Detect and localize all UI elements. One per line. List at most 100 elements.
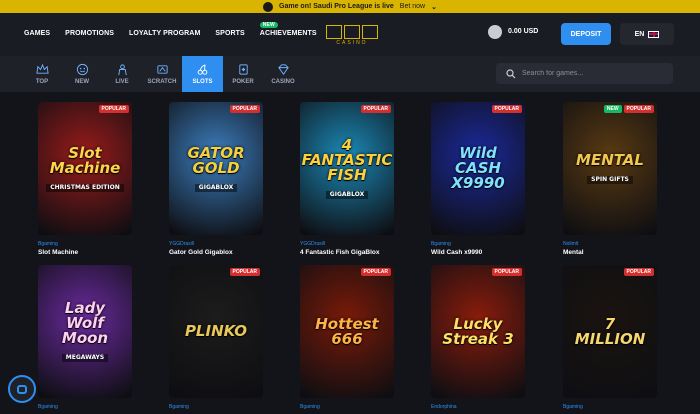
popular-badge: POPULAR [623, 268, 654, 276]
bet-now-link[interactable]: Bet now [400, 3, 425, 10]
game-provider[interactable]: Endorphina [431, 404, 525, 410]
game-card[interactable]: NEW POPULAR MENTAL SPIN GIFTS Nolimit Mental [563, 102, 657, 256]
game-art-subtitle: CHRISTMAS EDITION [46, 183, 124, 192]
tab-new[interactable]: NEW [62, 56, 102, 92]
tab-slots[interactable]: SLOTS [182, 56, 223, 92]
popular-badge: POPULAR [229, 105, 260, 113]
game-provider[interactable]: Bgaming [169, 404, 263, 410]
casino-logo[interactable]: CASINO [322, 25, 382, 49]
game-provider[interactable]: Bgaming [431, 241, 525, 247]
popular-badge: POPULAR [491, 105, 522, 113]
game-art-subtitle: SPIN GIFTS [587, 176, 633, 184]
poker-chip-icon [238, 64, 248, 75]
game-provider[interactable]: Nolimit [563, 241, 657, 247]
game-thumbnail[interactable]: NEW POPULAR MENTAL SPIN GIFTS [563, 102, 657, 235]
tab-scratch[interactable]: SCRATCH [142, 56, 182, 92]
popular-badge: POPULAR [229, 268, 260, 276]
game-provider[interactable]: Bgaming [38, 404, 132, 410]
game-thumbnail[interactable]: POPULAR Lucky Streak 3 [431, 265, 525, 398]
popular-badge: POPULAR [360, 105, 391, 113]
avatar[interactable] [488, 25, 502, 39]
game-art-logo: Lady Wolf Moon MEGAWAYS [38, 301, 132, 362]
chat-button[interactable] [8, 375, 36, 403]
popular-badge: POPULAR [360, 268, 391, 276]
game-card[interactable]: POPULAR Lucky Streak 3 Endorphina [431, 265, 525, 410]
tab-top[interactable]: TOP [22, 56, 62, 92]
game-title[interactable]: Slot Machine [38, 249, 132, 256]
language-code: EN [634, 30, 645, 38]
search-icon [506, 68, 516, 78]
game-badges: POPULAR [229, 105, 260, 113]
dealer-icon [117, 64, 127, 76]
game-art-title: 7 MILLION [574, 314, 646, 348]
game-art-title: 4 FANTASTIC FISH [301, 136, 393, 184]
game-art-title: Hottest 666 [315, 314, 379, 348]
game-thumbnail[interactable]: POPULAR GATOR GOLD GIGABLOX [169, 102, 263, 235]
nav-loyalty-program[interactable]: LOYALTY PROGRAM [129, 30, 200, 37]
new-badge: NEW [603, 105, 622, 113]
tab-poker[interactable]: POKER [223, 56, 263, 92]
game-card[interactable]: POPULAR Wild CASH X9990 Bgaming Wild Cash x… [431, 102, 525, 256]
game-art-logo: 4 FANTASTIC FISH GIGABLOX [300, 138, 394, 199]
game-thumbnail[interactable]: POPULAR Wild CASH X9990 [431, 102, 525, 235]
game-card[interactable]: POPULAR Hottest 666 Bgaming [300, 265, 394, 410]
game-card[interactable]: POPULAR 7 MILLION Bgaming [563, 265, 657, 410]
language-selector[interactable]: EN [620, 23, 674, 45]
game-thumbnail[interactable]: POPULAR Slot Machine CHRISTMAS EDITION [38, 102, 132, 235]
scratch-card-icon [156, 65, 168, 74]
nav-achievements-label: ACHIEVEMENTS [259, 30, 317, 37]
nav-games[interactable]: GAMES [24, 30, 50, 37]
tab-casino[interactable]: CASINO [263, 56, 303, 92]
game-badges: POPULAR [491, 268, 522, 276]
game-provider[interactable]: Bgaming [300, 404, 394, 410]
nav-achievements[interactable]: NEW ACHIEVEMENTS [259, 22, 317, 37]
game-thumbnail[interactable]: POPULAR PLINKO [169, 265, 263, 398]
game-art-logo: Wild CASH X9990 [431, 146, 525, 191]
game-art-subtitle: GIGABLOX [325, 191, 369, 199]
game-thumbnail[interactable]: POPULAR 4 FANTASTIC FISH GIGABLOX [300, 102, 394, 235]
game-art-title: Wild CASH X9990 [451, 144, 505, 192]
game-title[interactable]: 4 Fantastic Fish GigaBlox [300, 249, 394, 256]
game-art-logo: Slot Machine CHRISTMAS EDITION [38, 143, 132, 192]
search-box[interactable] [496, 63, 673, 84]
game-card[interactable]: Lady Wolf Moon MEGAWAYS Bgaming [38, 265, 132, 410]
popular-badge: POPULAR [623, 105, 654, 113]
promo-bar[interactable]: Game on! Saudi Pro League is live Bet no… [0, 0, 700, 13]
logo-mark [322, 25, 382, 39]
game-art-logo: GATOR GOLD GIGABLOX [169, 145, 263, 192]
game-title[interactable]: Mental [563, 249, 657, 256]
nav-promotions[interactable]: PROMOTIONS [65, 30, 114, 37]
logo-subtitle: CASINO [336, 40, 368, 46]
game-thumbnail[interactable]: Lady Wolf Moon MEGAWAYS [38, 265, 132, 398]
game-art-title: PLINKO [184, 322, 248, 340]
game-badges: POPULAR [623, 268, 654, 276]
game-badges: POPULAR [491, 105, 522, 113]
game-provider[interactable]: YGGDrasill [300, 241, 394, 247]
game-art-logo: Hottest 666 [300, 314, 394, 348]
game-provider[interactable]: Bgaming [563, 404, 657, 410]
trophy-icon [263, 1, 274, 12]
search-input[interactable] [522, 70, 662, 77]
deposit-button[interactable]: DEPOSIT [561, 23, 611, 45]
game-art-logo: 7 MILLION [563, 314, 657, 348]
game-card[interactable]: POPULAR PLINKO Bgaming [169, 265, 263, 410]
tab-live[interactable]: LIVE [102, 56, 142, 92]
game-title[interactable]: Wild Cash x9990 [431, 249, 525, 256]
game-art-title: MENTAL [576, 151, 644, 169]
game-card[interactable]: POPULAR Slot Machine CHRISTMAS EDITION Bgam… [38, 102, 132, 256]
game-art-subtitle: MEGAWAYS [61, 354, 109, 362]
popular-badge: POPULAR [98, 105, 129, 113]
game-thumbnail[interactable]: POPULAR 7 MILLION [563, 265, 657, 398]
game-provider[interactable]: YGGDrasill [169, 241, 263, 247]
game-badges: POPULAR [360, 105, 391, 113]
game-art-logo: MENTAL SPIN GIFTS [570, 153, 650, 184]
game-art-title: Slot Machine [49, 143, 121, 177]
game-provider[interactable]: Bgaming [38, 241, 132, 247]
game-title[interactable]: Gator Gold Gigablox [169, 249, 263, 256]
nav-sports[interactable]: SPORTS [215, 30, 244, 37]
game-badges: POPULAR [360, 268, 391, 276]
game-card[interactable]: POPULAR 4 FANTASTIC FISH GIGABLOX YGGDrasil… [300, 102, 394, 256]
game-card[interactable]: POPULAR GATOR GOLD GIGABLOX YGGDrasill Gator… [169, 102, 263, 256]
game-thumbnail[interactable]: POPULAR Hottest 666 [300, 265, 394, 398]
main-nav: GAMES PROMOTIONS LOYALTY PROGRAM SPORTS … [24, 22, 317, 37]
